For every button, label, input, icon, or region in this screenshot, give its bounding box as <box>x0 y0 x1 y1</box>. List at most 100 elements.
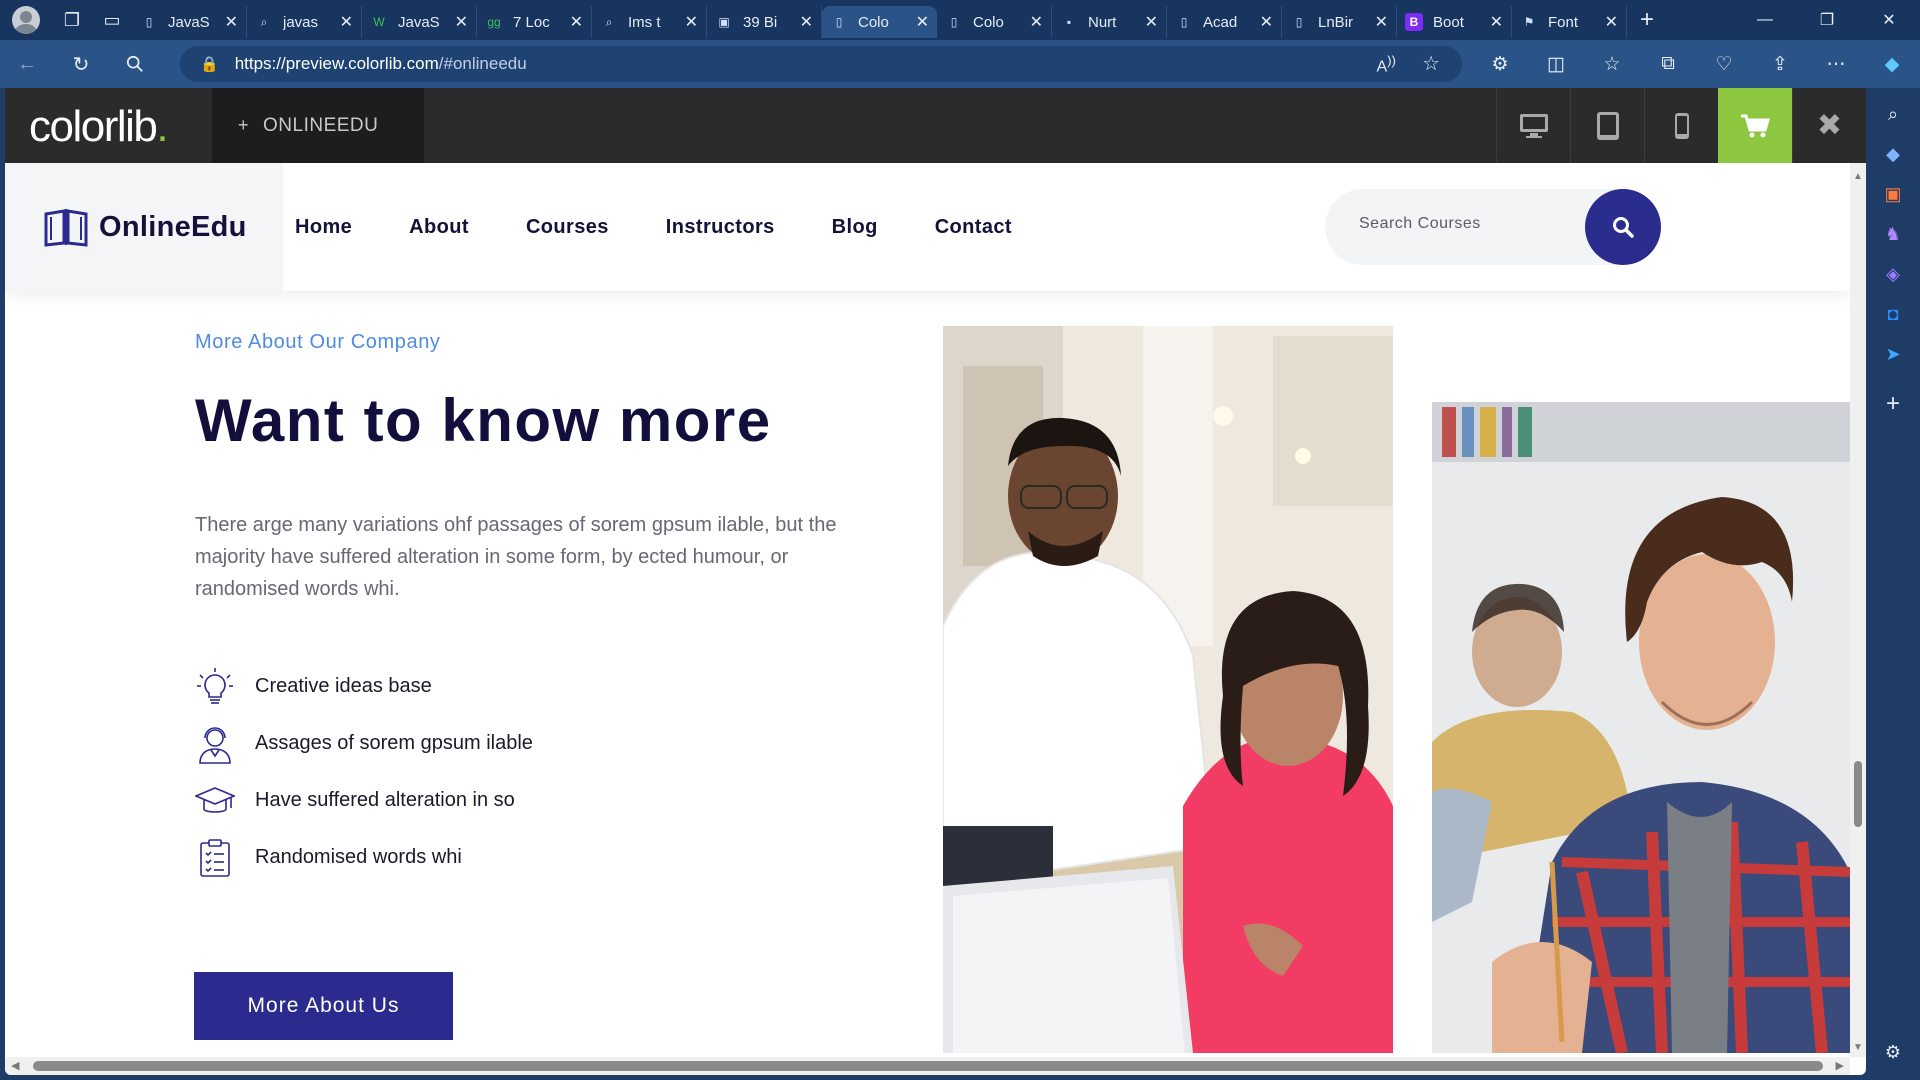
nav-about[interactable]: About <box>409 216 469 239</box>
url-host: https://preview.colorlib.com <box>234 54 439 73</box>
profile-avatar[interactable] <box>12 6 40 34</box>
browser-tab[interactable]: ▯ Colo ✕ <box>937 6 1052 38</box>
browser-toolbar: ← ↻ 🔒 https://preview.colorlib.com/#onli… <box>0 40 1920 88</box>
window-close-button[interactable]: ✕ <box>1858 0 1920 40</box>
browser-tab[interactable]: ▯ Colo ✕ <box>822 6 937 38</box>
browser-tab[interactable]: gg 7 Loc ✕ <box>477 6 592 38</box>
scroll-down-arrow-icon[interactable]: ▼ <box>1853 1042 1863 1053</box>
close-tab-icon[interactable]: ✕ <box>1030 12 1043 32</box>
mobile-view-button[interactable] <box>1644 88 1718 163</box>
workspaces-icon[interactable]: ❐ <box>52 0 92 40</box>
add-sidebar-app-icon[interactable]: + <box>1866 384 1920 424</box>
scroll-left-arrow-icon[interactable]: ◀ <box>11 1059 19 1072</box>
browser-tab-title: Colo <box>858 13 889 31</box>
more-about-us-button[interactable]: More About Us <box>194 972 453 1040</box>
browser-tab-title: Acad <box>1203 13 1238 31</box>
site-logo[interactable]: OnlineEdu <box>5 163 283 291</box>
browser-tab[interactable]: ⌕ javas ✕ <box>247 6 362 38</box>
telegram-icon[interactable]: ➤ <box>1866 334 1920 374</box>
copilot-icon[interactable]: ◆ <box>1864 53 1920 76</box>
browser-tab[interactable]: ▣ 39 Bi ✕ <box>707 6 822 38</box>
new-tab-button[interactable]: + <box>1627 0 1667 40</box>
restore-button[interactable]: ❐ <box>1796 0 1858 40</box>
section-eyebrow: More About Our Company <box>195 331 441 353</box>
bootstrap-icon: B <box>1405 13 1423 31</box>
browser-tab[interactable]: ▪ Nurt ✕ <box>1052 6 1167 38</box>
lock-icon[interactable]: 🔒 <box>200 55 219 73</box>
sidebar-search-icon[interactable]: ⌕ <box>1866 94 1920 134</box>
horizontal-scroll-thumb[interactable] <box>33 1061 1823 1071</box>
colorlib-logo[interactable]: colorlib. <box>29 102 169 152</box>
refresh-button[interactable]: ↻ <box>54 44 108 84</box>
browser-tab[interactable]: ▯ Acad ✕ <box>1167 6 1282 38</box>
extensions-icon[interactable]: ⚙ <box>1472 53 1528 76</box>
browser-tab[interactable]: ⚑ Font ✕ <box>1512 6 1627 38</box>
scroll-right-arrow-icon[interactable]: ▶ <box>1836 1059 1844 1072</box>
scroll-up-arrow-icon[interactable]: ▲ <box>1853 171 1863 182</box>
browser-tab[interactable]: B Boot ✕ <box>1397 6 1512 38</box>
browser-tab-title: Nurt <box>1088 13 1117 31</box>
read-aloud-icon[interactable]: A)) <box>1376 53 1396 76</box>
close-tab-icon[interactable]: ✕ <box>916 12 929 32</box>
browser-tab[interactable]: ⌕ Ims t ✕ <box>592 6 707 38</box>
nav-instructors[interactable]: Instructors <box>666 216 775 239</box>
close-tab-icon[interactable]: ✕ <box>1490 12 1503 32</box>
theme-label: ONLINEEDU <box>263 114 379 136</box>
outlook-icon[interactable]: ◘ <box>1866 294 1920 334</box>
back-button[interactable]: ← <box>0 44 54 84</box>
close-tab-icon[interactable]: ✕ <box>340 12 353 32</box>
vertical-scrollbar[interactable]: ▲ ▼ <box>1850 163 1866 1057</box>
browser-essentials-icon[interactable]: ♡ <box>1696 53 1752 76</box>
close-tab-icon[interactable]: ✕ <box>685 12 698 32</box>
close-tab-icon[interactable]: ✕ <box>1605 12 1618 32</box>
nav-courses[interactable]: Courses <box>526 216 609 239</box>
search-submit-button[interactable] <box>1585 189 1661 265</box>
close-tab-icon[interactable]: ✕ <box>1145 12 1158 32</box>
nav-contact[interactable]: Contact <box>935 216 1012 239</box>
favorites-icon[interactable]: ☆ <box>1584 53 1640 76</box>
page-icon: ▯ <box>950 15 958 29</box>
theme-dropdown[interactable]: + ONLINEEDU <box>212 88 424 163</box>
browser-sidebar: ⌕ ◆ ▣ ♞ ◈ ◘ ➤ + ⚙ <box>1866 88 1920 1080</box>
tablet-view-button[interactable] <box>1570 88 1644 163</box>
tools-briefcase-icon[interactable]: ▣ <box>1866 174 1920 214</box>
course-search <box>1325 189 1661 265</box>
support-agent-icon <box>195 724 235 764</box>
browser-tab-title: 7 Loc <box>513 13 550 31</box>
split-screen-icon[interactable]: ◫ <box>1528 53 1584 76</box>
browser-tab-title: Colo <box>973 13 1004 31</box>
browser-tab[interactable]: ▯ JavaS ✕ <box>132 6 247 38</box>
browser-tab[interactable]: ▯ LnBir ✕ <box>1282 6 1397 38</box>
close-tab-icon[interactable]: ✕ <box>570 12 583 32</box>
close-tab-icon[interactable]: ✕ <box>800 12 813 32</box>
minimize-button[interactable]: — <box>1734 0 1796 40</box>
tab-actions-icon[interactable]: ▭ <box>92 0 132 40</box>
search-icon[interactable] <box>108 44 162 84</box>
cart-icon <box>1741 114 1770 137</box>
nav-blog[interactable]: Blog <box>832 216 878 239</box>
sidebar-settings-icon[interactable]: ⚙ <box>1866 1032 1920 1072</box>
share-icon[interactable]: ⇪ <box>1752 53 1808 76</box>
page-icon: ▯ <box>145 15 153 29</box>
address-bar[interactable]: 🔒 https://preview.colorlib.com/#onlineed… <box>180 46 1462 82</box>
favorite-star-icon[interactable]: ☆ <box>1422 51 1440 76</box>
vertical-scroll-thumb[interactable] <box>1854 761 1862 827</box>
close-tab-icon[interactable]: ✕ <box>225 12 238 32</box>
search-courses-input[interactable] <box>1359 215 1559 233</box>
colorlib-logo-dot: . <box>156 102 168 151</box>
close-tab-icon[interactable]: ✕ <box>1260 12 1273 32</box>
close-tab-icon[interactable]: ✕ <box>455 12 468 32</box>
close-preview-button[interactable]: ✖ <box>1792 88 1866 163</box>
browser-tab[interactable]: W JavaS ✕ <box>362 6 477 38</box>
games-icon[interactable]: ♞ <box>1866 214 1920 254</box>
buy-cart-button[interactable] <box>1718 88 1792 163</box>
shopping-tag-icon[interactable]: ◆ <box>1866 134 1920 174</box>
nav-home[interactable]: Home <box>295 216 352 239</box>
browser-tab-title: JavaS <box>398 13 440 31</box>
collections-icon[interactable]: ⧉ <box>1640 53 1696 75</box>
copilot-sidebar-icon[interactable]: ◈ <box>1866 254 1920 294</box>
desktop-view-button[interactable] <box>1496 88 1570 163</box>
more-menu-icon[interactable]: ⋯ <box>1808 53 1864 76</box>
horizontal-scrollbar[interactable]: ◀ ▶ <box>5 1057 1850 1075</box>
close-tab-icon[interactable]: ✕ <box>1375 12 1388 32</box>
